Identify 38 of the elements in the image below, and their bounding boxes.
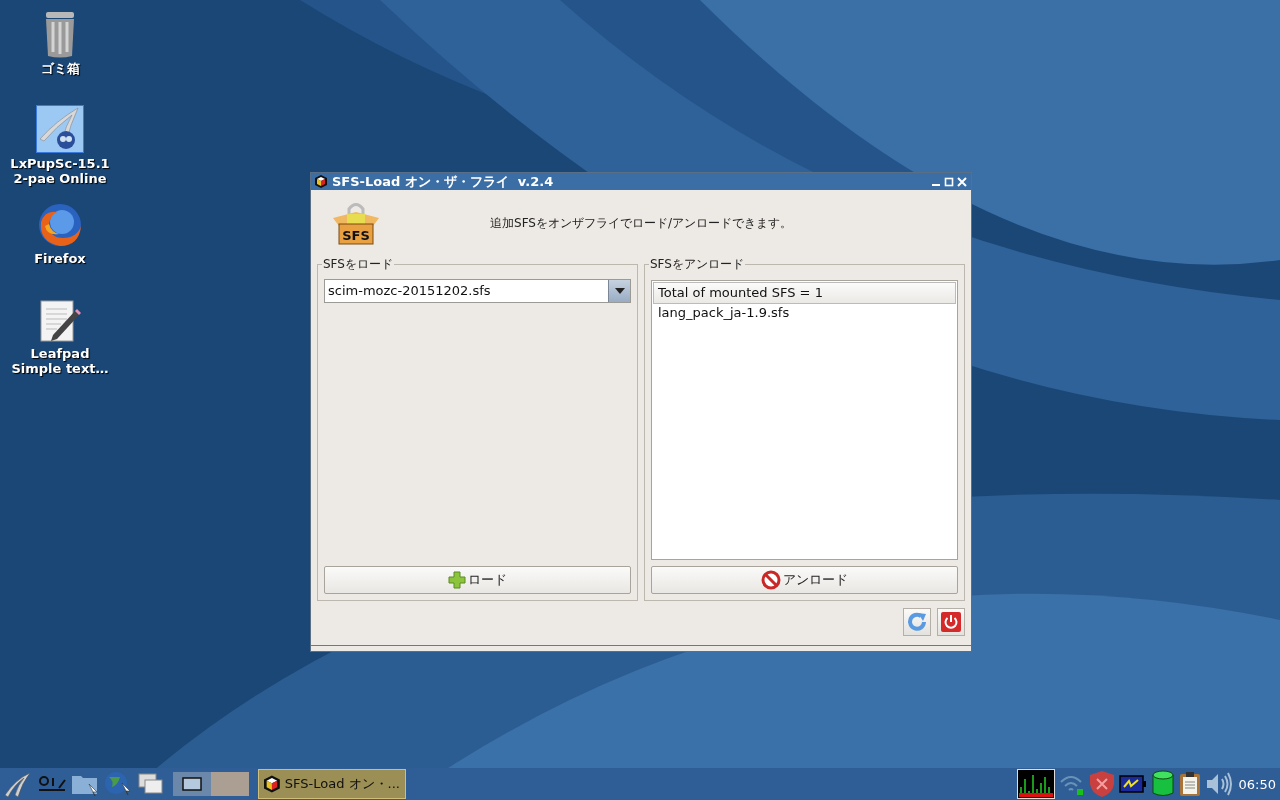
quit-button[interactable] [937,608,965,636]
maximize-icon[interactable] [944,176,954,187]
description-text: 追加SFSをオンザフライでロード/アンロードできます。 [489,214,793,232]
sfs-dropdown[interactable]: scim-mozc-20151202.sfs [324,279,631,303]
desktop-pager[interactable] [173,772,211,796]
cube-icon [315,175,327,188]
app-logo-icon [36,105,84,153]
desktop-icon-label[interactable]: ゴミ箱 [40,61,80,76]
load-button[interactable]: ロード [324,566,631,594]
window-thumb-icon [182,777,202,791]
notepad-pencil-icon [39,299,81,343]
panel-legend: SFSをロード [322,256,394,273]
dropdown-arrow-icon[interactable] [614,288,625,294]
package-lock-icon [333,203,379,245]
desktop-icon-label[interactable]: Leafpad Simple text… [11,346,109,376]
disk-icon[interactable] [1150,770,1175,798]
browser-globe-icon [37,202,83,248]
close-icon[interactable] [957,176,967,187]
prohibited-icon [761,570,781,590]
desktop-icon-label[interactable]: Firefox [34,251,86,266]
desktop-icon-label[interactable]: LxPupSc-15.1 2-pae Online [10,156,110,186]
volume-icon[interactable] [1204,771,1233,797]
unload-button[interactable]: アンロード [651,566,958,594]
task-label: SFS-Load オン・... [284,775,400,793]
package-label: SFS [342,228,370,243]
clock: 06:50 [1238,776,1276,792]
window-title: SFS-Load オン・ザ・フライ v.2.4 [332,172,555,191]
battery-icon[interactable] [1118,775,1147,793]
list-item[interactable]: lang_pack_ja-1.9.sfs [653,304,956,322]
list-header: Total of mounted SFS = 1 [653,282,956,304]
refresh-button[interactable] [903,608,931,636]
clipboard-icon[interactable] [1178,771,1201,797]
plus-icon [448,571,466,589]
cpu-monitor-icon[interactable] [1016,769,1055,799]
panel-legend: SFSをアンロード [649,256,745,273]
trash-icon [43,12,77,58]
cube-icon [264,774,280,794]
taskbar-task[interactable]: SFS-Load オン・... [258,769,406,799]
